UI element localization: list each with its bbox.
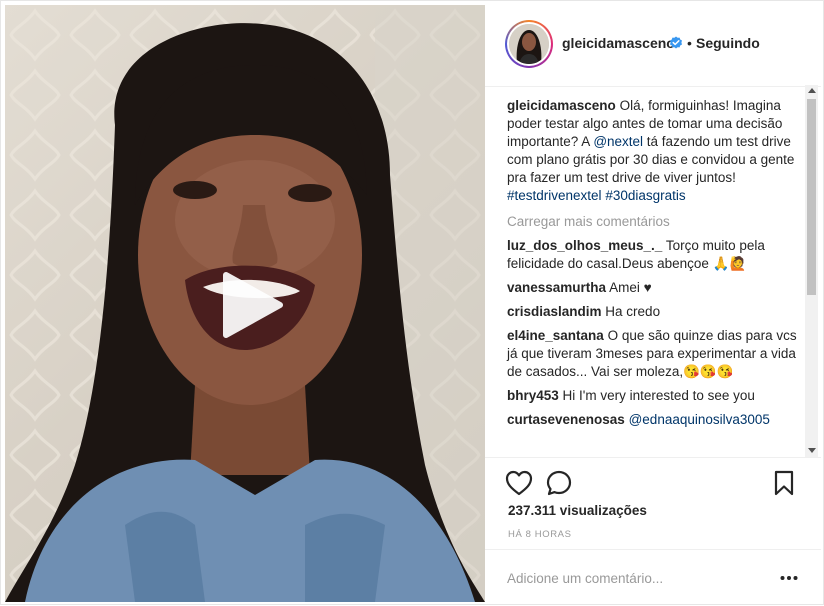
comment-mention[interactable]: @ednaaquinosilva3005 (629, 412, 770, 427)
heart-icon[interactable] (505, 470, 533, 496)
post-details-panel: gleicidamasceno • Seguindo gleicidamasce… (485, 1, 824, 606)
load-more-comments-link[interactable]: Carregar mais comentários (507, 213, 803, 231)
caption-mention[interactable]: @nextel (593, 134, 643, 149)
post-dialog: gleicidamasceno • Seguindo gleicidamasce… (0, 0, 824, 605)
comment-username[interactable]: luz_dos_olhos_meus_._ (507, 238, 662, 253)
caption-username[interactable]: gleicidamasceno (507, 98, 616, 113)
post-timestamp[interactable]: HÁ 8 HORAS (508, 529, 572, 540)
comment: bhry453 Hi I'm very interested to see yo… (507, 387, 803, 405)
view-count[interactable]: 237.311 visualizações (508, 503, 647, 518)
caption: gleicidamasceno Olá, formiguinhas! Imagi… (507, 97, 803, 205)
comment-username[interactable]: crisdiaslandim (507, 304, 602, 319)
comment: curtasevenenosas @ednaaquinosilva3005 (507, 411, 803, 429)
comment: crisdiaslandim Ha credo (507, 303, 803, 321)
header-username[interactable]: gleicidamasceno (562, 35, 675, 51)
scrollbar-thumb[interactable] (807, 99, 816, 295)
post-header: gleicidamasceno • Seguindo (485, 1, 821, 87)
comment-username[interactable]: el4ine_santana (507, 328, 604, 343)
scroll-up-arrow-icon[interactable] (808, 88, 816, 93)
avatar[interactable] (505, 20, 553, 68)
ellipsis-icon[interactable] (779, 568, 799, 588)
comment-text: Ha credo (601, 304, 661, 319)
caption-hashtag[interactable]: #testdrivenextel (507, 188, 602, 203)
comment-username[interactable]: bhry453 (507, 388, 559, 403)
comment-text: Hi I'm very interested to see you (558, 388, 755, 403)
play-icon[interactable] (214, 269, 286, 341)
bookmark-icon[interactable] (772, 470, 796, 496)
comment-username[interactable]: curtasevenenosas (507, 412, 625, 427)
comments-list[interactable]: gleicidamasceno Olá, formiguinhas! Imagi… (485, 87, 821, 457)
video-player[interactable] (5, 5, 485, 602)
comment-username[interactable]: vanessamurtha (507, 280, 606, 295)
header-separator: • (687, 35, 692, 51)
comment: vanessamurtha Amei ♥ (507, 279, 803, 297)
comment: el4ine_santana O que são quinze dias par… (507, 327, 803, 381)
comments-scrollbar[interactable] (805, 85, 818, 457)
verified-badge-icon (670, 36, 682, 49)
caption-hashtag[interactable]: #30diasgratis (605, 188, 685, 203)
add-comment-bar (485, 549, 821, 606)
comment-bubble-icon[interactable] (546, 470, 572, 496)
comment: luz_dos_olhos_meus_._ Torço muito pela f… (507, 237, 803, 273)
avatar-image (509, 24, 549, 64)
comment-text: Amei ♥ (606, 280, 652, 295)
scroll-down-arrow-icon[interactable] (808, 448, 816, 453)
following-button[interactable]: Seguindo (696, 35, 760, 51)
add-comment-input[interactable] (507, 567, 757, 589)
